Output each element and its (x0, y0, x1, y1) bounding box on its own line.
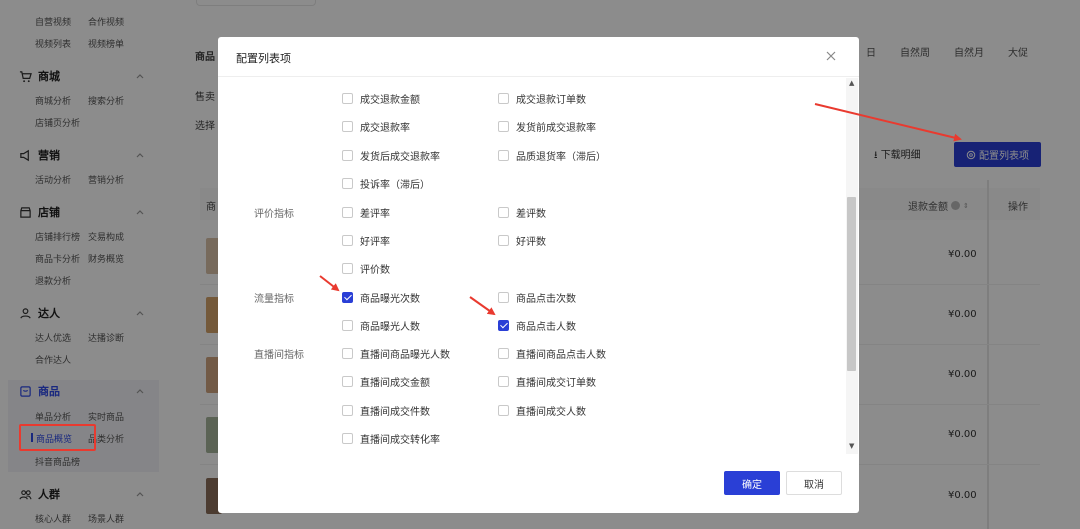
confirm-button[interactable]: 确定 (724, 471, 780, 495)
dialog-footer: 确定 取消 (218, 453, 859, 513)
checkbox-box (342, 206, 353, 218)
checkbox-box (498, 291, 509, 303)
checkbox-live-gmv[interactable]: 直播间成交金额 (342, 374, 430, 389)
checkbox-box (342, 234, 353, 246)
checkbox-refund-amount[interactable]: 成交退款金额 (342, 91, 420, 106)
checkbox-review-count[interactable]: 评价数 (342, 261, 390, 276)
checkbox-box (342, 177, 353, 189)
checkbox-label: 商品曝光次数 (360, 293, 420, 305)
checkbox-box (498, 347, 509, 359)
checkbox-live-buyers[interactable]: 直播间成交人数 (498, 403, 586, 418)
checkbox-label: 直播间成交金额 (360, 377, 430, 389)
annotation-box (19, 424, 96, 451)
checkbox-label: 好评数 (516, 236, 546, 248)
scrollbar-thumb[interactable] (847, 197, 856, 371)
dialog-header: 配置列表项 (218, 37, 859, 77)
checkbox-refund-orders[interactable]: 成交退款订单数 (498, 91, 586, 106)
close-icon[interactable] (824, 49, 838, 63)
checkbox-box (342, 319, 353, 331)
checkbox-box (498, 234, 509, 246)
checkbox-label: 品质退货率（滞后） (516, 151, 606, 163)
group-label-review: 评价指标 (254, 209, 294, 220)
checkbox-quality-return-rate[interactable]: 品质退货率（滞后） (498, 148, 606, 163)
checkbox-live-conversion[interactable]: 直播间成交转化率 (342, 431, 440, 446)
checkbox-box (342, 120, 353, 132)
checkbox-box (342, 375, 353, 387)
checkbox-box (342, 347, 353, 359)
checkbox-box (498, 206, 509, 218)
checkbox-box (498, 375, 509, 387)
checkbox-box-checked (342, 291, 353, 303)
cancel-button[interactable]: 取消 (786, 471, 842, 495)
checkbox-good-review-count[interactable]: 好评数 (498, 233, 546, 248)
group-label-traffic: 流量指标 (254, 294, 294, 305)
dialog-body: 成交退款金额 成交退款订单数 成交退款率 发货前成交退款率 发货后成交退款率 品… (218, 77, 859, 453)
checkbox-goods-click-users[interactable]: 商品点击人数 (498, 318, 576, 333)
checkbox-label: 直播间成交人数 (516, 406, 586, 418)
scroll-up-icon[interactable]: ▲ (849, 79, 854, 87)
checkbox-label: 差评数 (516, 208, 546, 220)
checkbox-box-checked (498, 319, 509, 331)
checkbox-label: 差评率 (360, 208, 390, 220)
checkbox-live-items[interactable]: 直播间成交件数 (342, 403, 430, 418)
checkbox-label: 商品点击人数 (516, 321, 576, 333)
group-label-live: 直播间指标 (254, 350, 304, 361)
checkbox-label: 发货前成交退款率 (516, 122, 596, 134)
checkbox-box (498, 149, 509, 161)
checkbox-label: 直播间成交订单数 (516, 377, 596, 389)
checkbox-complaint-rate[interactable]: 投诉率（滞后） (342, 176, 430, 191)
checkbox-label: 直播间商品点击人数 (516, 349, 606, 361)
checkbox-live-orders[interactable]: 直播间成交订单数 (498, 374, 596, 389)
checkbox-label: 直播间成交件数 (360, 406, 430, 418)
checkbox-label: 商品曝光人数 (360, 321, 420, 333)
checkbox-box (342, 149, 353, 161)
checkbox-label: 商品点击次数 (516, 293, 576, 305)
checkbox-goods-click-times[interactable]: 商品点击次数 (498, 290, 576, 305)
checkbox-label: 好评率 (360, 236, 390, 248)
checkbox-label: 成交退款订单数 (516, 94, 586, 106)
config-columns-dialog: 配置列表项 成交退款金额 成交退款订单数 成交退款率 发货前成交退款率 发货后成… (218, 37, 859, 513)
checkbox-box (498, 404, 509, 416)
checkbox-good-review-rate[interactable]: 好评率 (342, 233, 390, 248)
checkbox-label: 成交退款金额 (360, 94, 420, 106)
checkbox-box (342, 92, 353, 104)
checkbox-box (342, 404, 353, 416)
checkbox-label: 发货后成交退款率 (360, 151, 440, 163)
checkbox-post-ship-refund-rate[interactable]: 发货后成交退款率 (342, 148, 440, 163)
checkbox-box (342, 262, 353, 274)
checkbox-label: 成交退款率 (360, 122, 410, 134)
checkbox-goods-exposure-times[interactable]: 商品曝光次数 (342, 290, 420, 305)
checkbox-goods-exposure-users[interactable]: 商品曝光人数 (342, 318, 420, 333)
checkbox-live-exposure-users[interactable]: 直播间商品曝光人数 (342, 346, 450, 361)
checkbox-box (498, 92, 509, 104)
checkbox-bad-review-count[interactable]: 差评数 (498, 205, 546, 220)
checkbox-bad-review-rate[interactable]: 差评率 (342, 205, 390, 220)
checkbox-label: 投诉率（滞后） (360, 179, 430, 191)
checkbox-label: 直播间商品曝光人数 (360, 349, 450, 361)
scroll-down-icon[interactable]: ▼ (849, 442, 854, 450)
checkbox-box (498, 120, 509, 132)
checkbox-label: 直播间成交转化率 (360, 434, 440, 446)
checkbox-pre-ship-refund-rate[interactable]: 发货前成交退款率 (498, 119, 596, 134)
checkbox-refund-rate[interactable]: 成交退款率 (342, 119, 410, 134)
checkbox-label: 评价数 (360, 264, 390, 276)
checkbox-live-click-users[interactable]: 直播间商品点击人数 (498, 346, 606, 361)
checkbox-box (342, 432, 353, 444)
dialog-title: 配置列表项 (236, 52, 291, 65)
